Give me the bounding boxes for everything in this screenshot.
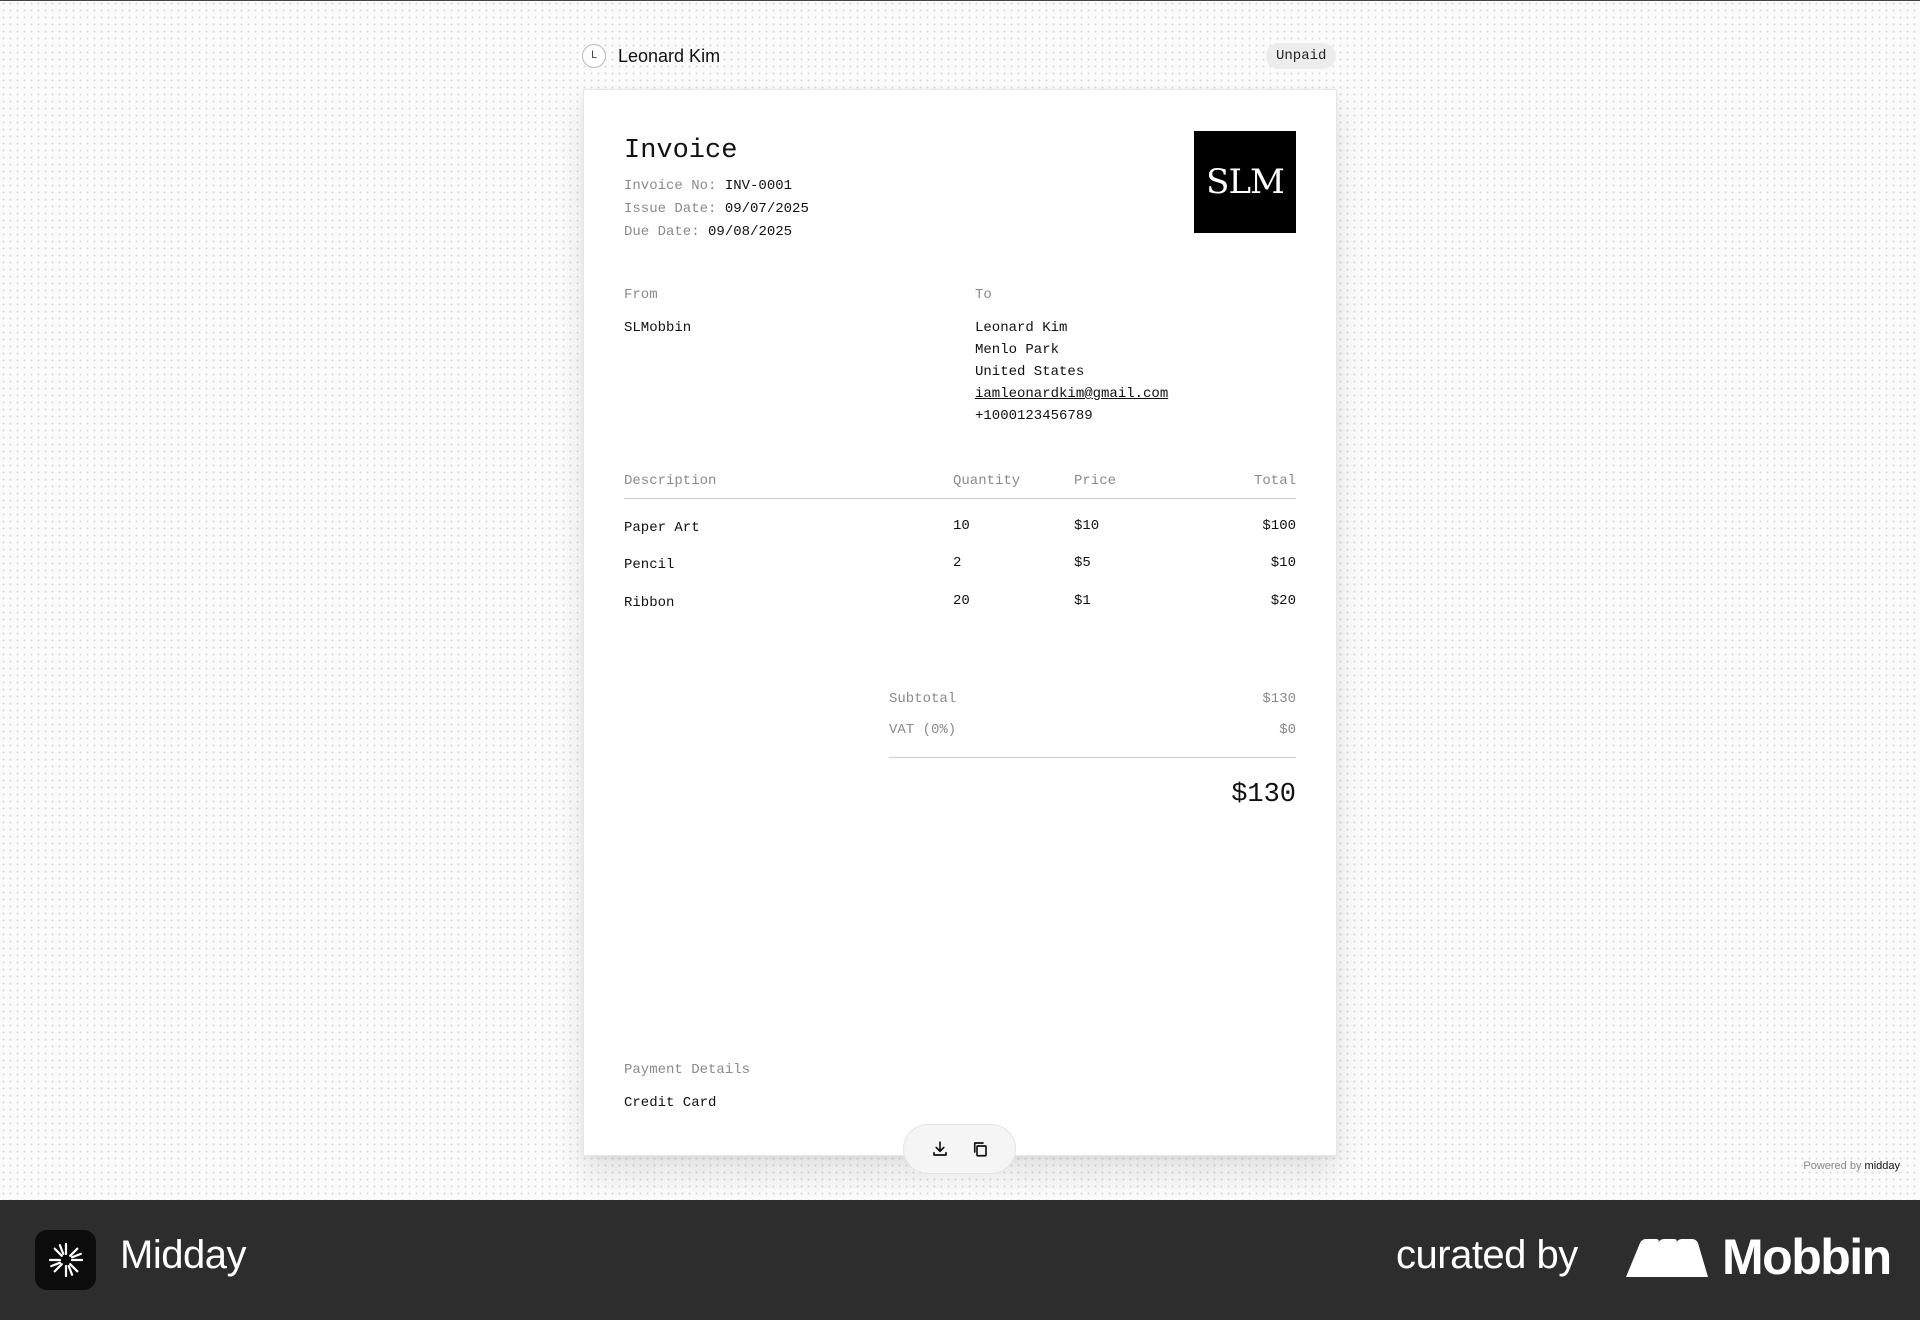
from-name: SLMobbin bbox=[624, 320, 692, 336]
customer-name: Leonard Kim bbox=[618, 45, 721, 66]
item-total: $100 bbox=[1262, 518, 1296, 534]
invoice-card: Invoice Invoice No: INV-0001 Issue Date:… bbox=[583, 89, 1337, 1156]
vat-value: $0 bbox=[1279, 722, 1296, 738]
invoice-number: INV-0001 bbox=[724, 178, 793, 194]
to-phone: +1000123456789 bbox=[975, 408, 1093, 424]
item-quantity: 2 bbox=[953, 555, 962, 571]
status-badge: Unpaid bbox=[1266, 43, 1337, 69]
to-country: United States bbox=[975, 364, 1085, 380]
powered-by-label: Powered by bbox=[1803, 1160, 1862, 1172]
summary-divider bbox=[889, 757, 1296, 758]
invoice-toolbar bbox=[903, 1124, 1016, 1174]
customer-header: L Leonard Kim bbox=[582, 43, 720, 69]
grand-total: $130 bbox=[1231, 780, 1296, 810]
item-total: $20 bbox=[1270, 593, 1296, 609]
item-quantity: 10 bbox=[953, 518, 970, 534]
sunburst-icon bbox=[48, 1242, 83, 1278]
mobbin-brand-name: Mobbin bbox=[1722, 1229, 1892, 1285]
due-date-label: Due Date: bbox=[624, 224, 700, 240]
column-header-price: Price bbox=[1074, 473, 1117, 489]
app-name: Midday bbox=[120, 1233, 246, 1277]
invoice-number-label: Invoice No: bbox=[624, 178, 717, 194]
subtotal-value: $130 bbox=[1262, 691, 1296, 707]
item-total: $10 bbox=[1270, 555, 1296, 571]
powered-by-link[interactable]: midday bbox=[1865, 1160, 1900, 1172]
issue-date-row: Issue Date: 09/07/2025 bbox=[624, 201, 809, 217]
table-header-divider bbox=[624, 498, 1296, 499]
from-label: From bbox=[624, 287, 658, 303]
download-icon bbox=[932, 1141, 947, 1156]
item-quantity: 20 bbox=[953, 593, 970, 609]
to-email-link[interactable]: iamleonardkim@gmail.com bbox=[975, 386, 1168, 402]
curation-banner: Midday curated by Mobbin bbox=[0, 1200, 1920, 1320]
to-name: Leonard Kim bbox=[975, 320, 1068, 336]
powered-by: Powered by midday bbox=[1803, 1160, 1900, 1172]
column-header-total: Total bbox=[1253, 473, 1296, 489]
item-description: Ribbon bbox=[624, 595, 675, 611]
top-border bbox=[0, 0, 1920, 1]
copy-icon bbox=[973, 1142, 987, 1157]
item-description: Paper Art bbox=[624, 520, 700, 536]
issue-date-label: Issue Date: bbox=[624, 201, 717, 217]
midday-app-icon bbox=[35, 1230, 96, 1290]
column-header-quantity: Quantity bbox=[953, 473, 1021, 489]
issue-date: 09/07/2025 bbox=[724, 201, 809, 217]
to-city: Menlo Park bbox=[975, 342, 1060, 358]
copy-button[interactable] bbox=[969, 1138, 991, 1160]
mobbin-logo-icon bbox=[1626, 1239, 1708, 1277]
subtotal-label: Subtotal bbox=[889, 691, 957, 707]
curated-by-label: curated by bbox=[1396, 1233, 1578, 1277]
due-date-row: Due Date: 09/08/2025 bbox=[624, 224, 792, 240]
download-button[interactable] bbox=[929, 1138, 951, 1160]
column-header-description: Description bbox=[624, 473, 717, 489]
item-price: $10 bbox=[1074, 518, 1100, 534]
customer-avatar: L bbox=[582, 44, 606, 68]
mobbin-brand: Mobbin bbox=[1626, 1229, 1892, 1285]
company-logo-text: SLM bbox=[1206, 162, 1285, 202]
invoice-title: Invoice bbox=[624, 136, 738, 166]
company-logo: SLM bbox=[1194, 131, 1296, 233]
invoice-number-row: Invoice No: INV-0001 bbox=[624, 178, 792, 194]
item-price: $1 bbox=[1074, 593, 1091, 609]
payment-method: Credit Card bbox=[624, 1095, 717, 1111]
vat-label: VAT (0%) bbox=[889, 722, 957, 738]
to-label: To bbox=[975, 287, 992, 303]
item-description: Pencil bbox=[624, 557, 675, 573]
item-price: $5 bbox=[1074, 555, 1091, 571]
due-date: 09/08/2025 bbox=[708, 224, 793, 240]
payment-details-label: Payment Details bbox=[624, 1062, 751, 1078]
